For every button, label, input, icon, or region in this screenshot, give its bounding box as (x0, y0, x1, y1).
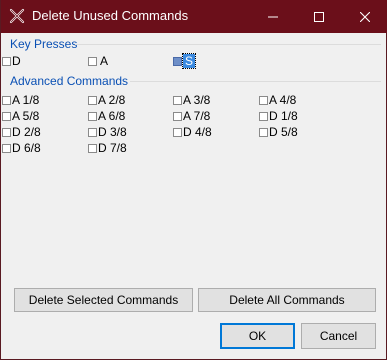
checkbox-label: D (12, 54, 21, 68)
checkbox-label: A (100, 54, 109, 68)
checkbox-label: A 1/8 (12, 93, 40, 107)
checkbox-icon[interactable] (88, 111, 97, 121)
key-check-d[interactable]: D (2, 54, 21, 68)
ok-button[interactable]: OK (220, 323, 295, 349)
adv-check-a38[interactable]: A 3/8 (173, 93, 210, 107)
checkbox-label: S (181, 53, 197, 69)
adv-check-d38[interactable]: D 3/8 (88, 125, 127, 139)
delete-selected-button[interactable]: Delete Selected Commands (14, 288, 193, 312)
checkbox-label: D 5/8 (269, 125, 298, 139)
checkbox-label: A 5/8 (12, 109, 40, 123)
title-bar[interactable]: Delete Unused Commands (1, 0, 387, 33)
minimize-icon (268, 16, 278, 17)
maximize-button[interactable] (296, 0, 342, 33)
window-title: Delete Unused Commands (32, 8, 189, 23)
checkbox-icon[interactable] (173, 127, 182, 137)
maximize-icon (314, 11, 324, 22)
checkbox-label: A 3/8 (183, 93, 211, 107)
adv-check-d18[interactable]: D 1/8 (259, 109, 298, 123)
minimize-button[interactable] (250, 0, 296, 33)
checkbox-label: D 6/8 (12, 141, 41, 155)
dialog-window: Delete Unused Commands Key Presses D A S… (0, 0, 387, 360)
adv-check-d28[interactable]: D 2/8 (2, 125, 41, 139)
adv-check-d58[interactable]: D 5/8 (259, 125, 298, 139)
checkbox-icon[interactable] (2, 127, 11, 137)
dialog-content: Key Presses D A S Advanced Commands A 1/… (1, 33, 386, 359)
checkbox-icon[interactable] (88, 95, 97, 105)
checkbox-icon[interactable] (173, 95, 182, 105)
checkbox-label: A 2/8 (98, 93, 126, 107)
adv-check-a48[interactable]: A 4/8 (259, 93, 296, 107)
checkbox-icon[interactable] (2, 56, 11, 66)
checkbox-icon[interactable] (259, 95, 268, 105)
adv-check-a28[interactable]: A 2/8 (88, 93, 125, 107)
crossed-tools-icon (9, 8, 25, 24)
key-check-s[interactable]: S (173, 53, 197, 69)
checkbox-label: A 4/8 (269, 93, 297, 107)
delete-all-button[interactable]: Delete All Commands (198, 288, 376, 312)
checkbox-label: D 4/8 (183, 125, 212, 139)
checkbox-icon[interactable] (259, 127, 268, 137)
adv-check-d68[interactable]: D 6/8 (2, 141, 41, 155)
cancel-button[interactable]: Cancel (301, 323, 376, 349)
checkbox-icon[interactable] (259, 111, 268, 121)
adv-check-d48[interactable]: D 4/8 (173, 125, 212, 139)
checkbox-label: A 6/8 (98, 109, 126, 123)
adv-check-a58[interactable]: A 5/8 (2, 109, 39, 123)
checkbox-icon[interactable] (88, 143, 97, 153)
checkbox-icon[interactable] (173, 56, 182, 66)
checkbox-label: A 7/8 (183, 109, 211, 123)
adv-check-a18[interactable]: A 1/8 (2, 93, 39, 107)
checkbox-icon[interactable] (88, 127, 97, 137)
checkbox-label: D 3/8 (98, 125, 127, 139)
advanced-group-title: Advanced Commands (10, 74, 129, 88)
key-presses-group-title: Key Presses (10, 37, 78, 51)
checkbox-label: D 7/8 (98, 141, 127, 155)
key-check-a[interactable]: A (88, 54, 108, 68)
checkbox-icon[interactable] (173, 111, 182, 121)
adv-check-d78[interactable]: D 7/8 (88, 141, 127, 155)
adv-check-a78[interactable]: A 7/8 (173, 109, 210, 123)
adv-check-a68[interactable]: A 6/8 (88, 109, 125, 123)
checkbox-icon[interactable] (88, 56, 97, 66)
advanced-divider (130, 81, 381, 82)
close-button[interactable] (342, 0, 387, 33)
checkbox-icon[interactable] (2, 143, 11, 153)
key-presses-divider (75, 44, 381, 45)
close-icon (360, 11, 370, 22)
checkbox-icon[interactable] (2, 111, 11, 121)
checkbox-icon[interactable] (2, 95, 11, 105)
checkbox-label: D 2/8 (12, 125, 41, 139)
checkbox-label: D 1/8 (269, 109, 298, 123)
